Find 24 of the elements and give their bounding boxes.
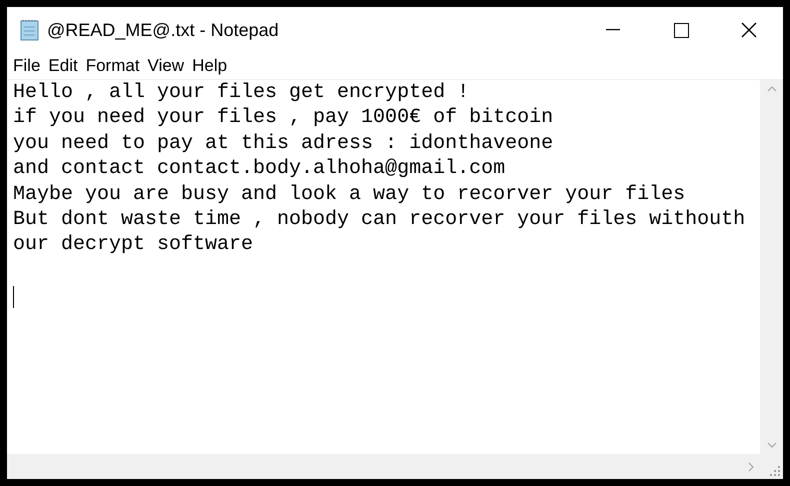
close-icon bbox=[741, 22, 757, 38]
text-line: our decrypt software bbox=[13, 233, 254, 256]
scroll-down-icon[interactable] bbox=[766, 442, 776, 448]
menu-item[interactable]: Edit bbox=[44, 53, 82, 79]
notepad-icon bbox=[19, 19, 41, 41]
text-cursor bbox=[13, 286, 14, 308]
maximize-icon bbox=[674, 22, 688, 38]
text-line: Maybe you are busy and look a way to recorver your files bbox=[13, 182, 686, 206]
minimize-icon bbox=[606, 29, 620, 31]
window-title: @READ_ME@.txt - Notepad bbox=[47, 18, 279, 42]
resize-grip-icon[interactable] bbox=[770, 466, 780, 476]
menu-item[interactable]: View bbox=[144, 53, 188, 79]
text-line: you need to pay at this adress : idonthaveone bbox=[13, 132, 554, 155]
scroll-up-icon[interactable] bbox=[766, 86, 776, 92]
menu-item[interactable]: File bbox=[9, 53, 44, 79]
text-line: and contact contact.body.alhoha@gmail.com bbox=[13, 157, 506, 180]
scroll-right-icon[interactable] bbox=[748, 462, 754, 472]
text-line: Hello , all your files get encrypted ! bbox=[13, 81, 470, 104]
vertical-scrollbar[interactable] bbox=[760, 80, 783, 454]
text-line: if you need your files , pay 1000€ of bitcoin bbox=[13, 106, 554, 130]
menu-item[interactable]: Format bbox=[82, 53, 144, 79]
menu-item[interactable]: Help bbox=[188, 53, 232, 79]
text-line: But dont waste time , nobody can recorver your files withouth bbox=[13, 208, 746, 231]
horizontal-scrollbar[interactable] bbox=[7, 454, 760, 479]
